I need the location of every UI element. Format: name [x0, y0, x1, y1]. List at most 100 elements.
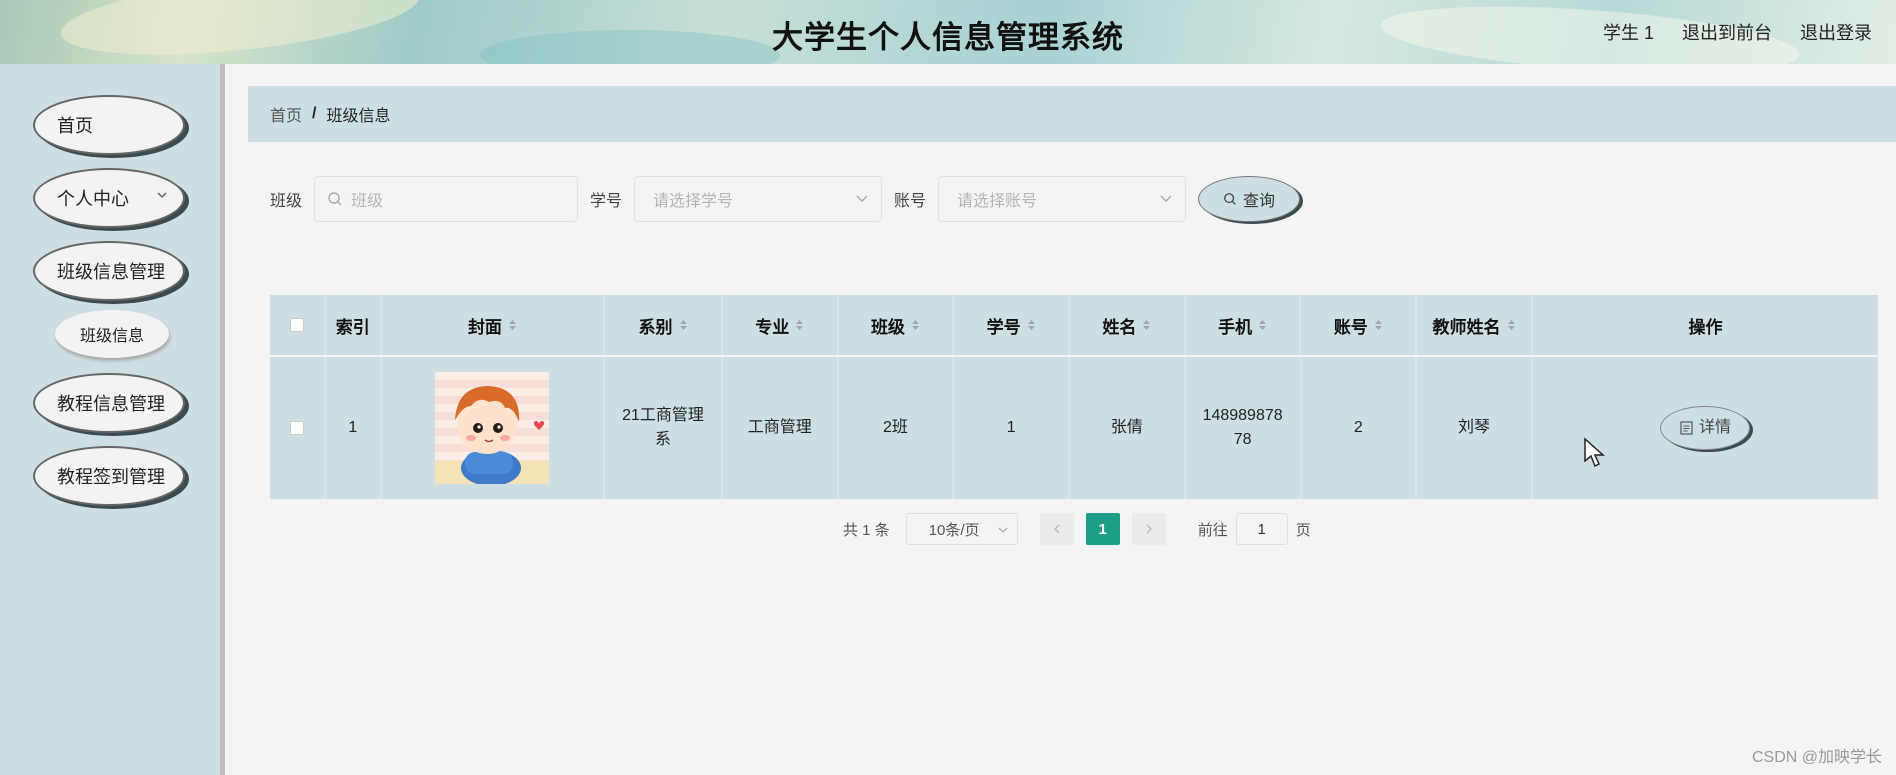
column-header-label: 班级: [870, 317, 905, 337]
sidebar-subitem-label: 班级信息: [79, 328, 144, 345]
column-header[interactable]: 班级: [839, 295, 955, 355]
query-button-label: 查询: [1243, 193, 1276, 210]
search-form: 班级 班级 学号 请选择学号 账号 请选择账号 查询: [270, 176, 1301, 222]
sort-icon[interactable]: [1142, 318, 1151, 332]
top-header: 大学生个人信息管理系统 学生 1 退出到前台 退出登录: [0, 0, 1896, 64]
row-select-cell: [270, 357, 326, 499]
class-search-input[interactable]: 班级: [314, 176, 579, 222]
column-header-label: 系别: [638, 317, 673, 337]
pagination: 共 1 条 10条/页 1 前往 1 页: [843, 512, 1311, 546]
search-icon: [1224, 193, 1236, 205]
column-header[interactable]: 系别: [605, 295, 723, 355]
phone-cell: 14898987878: [1186, 357, 1302, 499]
student-no-cell: 1: [954, 357, 1071, 499]
column-header-label: 教师姓名: [1432, 317, 1501, 337]
class-filter-label: 班级: [270, 193, 303, 210]
sort-icon[interactable]: [795, 318, 804, 332]
column-header-label: 索引: [335, 317, 370, 337]
watermark: CSDN @加映学长: [1751, 749, 1882, 766]
index-cell: 1: [326, 357, 382, 499]
current-page-button[interactable]: 1: [1085, 513, 1120, 545]
sort-icon[interactable]: [508, 318, 517, 332]
table-header-row: 索引 封面 系别 专业 班级 学号 姓名 手机 账号 教师姓名 操作: [270, 295, 1878, 357]
search-icon: [328, 192, 342, 206]
student-no-filter-label: 学号: [590, 193, 623, 210]
sidebar-item-personal-center[interactable]: 个人中心: [33, 168, 185, 228]
pagination-total: 共 1 条: [843, 521, 890, 539]
page-unit-label: 页: [1295, 521, 1311, 539]
column-header: 索引: [326, 295, 382, 355]
chevron-down-icon: [1160, 195, 1172, 202]
class-search-placeholder: 班级: [351, 193, 384, 210]
cover-image[interactable]: [435, 372, 550, 484]
sidebar-item-label: 教程信息管理: [57, 394, 165, 414]
select-all-cell: [270, 295, 326, 355]
select-all-checkbox[interactable]: [289, 318, 304, 332]
breadcrumb-home[interactable]: 首页: [270, 102, 302, 126]
sidebar-item-course-signin-management[interactable]: 教程签到管理: [33, 446, 185, 506]
mouse-pointer-icon: [1584, 437, 1605, 468]
breadcrumb-current: 班级信息: [326, 108, 391, 125]
column-header[interactable]: 手机: [1186, 295, 1302, 355]
class-cell: 2班: [839, 357, 955, 499]
prev-page-button[interactable]: [1039, 513, 1074, 545]
back-to-front-link[interactable]: 退出到前台: [1682, 19, 1772, 45]
sidebar-item-label: 班级信息管理: [57, 262, 165, 282]
sort-icon[interactable]: [1507, 318, 1516, 332]
name-cell: 张倩: [1070, 357, 1186, 499]
column-header-label: 姓名: [1102, 317, 1137, 337]
sidebar-item-label: 教程签到管理: [57, 467, 165, 487]
student-no-select[interactable]: 请选择学号: [634, 176, 883, 222]
sidebar-subitem-class-info[interactable]: 班级信息: [55, 310, 169, 358]
sidebar-divider: [220, 64, 225, 775]
sort-icon[interactable]: [911, 318, 920, 332]
column-header[interactable]: 学号: [954, 295, 1071, 355]
sidebar-item-label: 个人中心: [57, 189, 129, 209]
sort-icon[interactable]: [679, 318, 688, 332]
current-user: 学生 1: [1602, 23, 1654, 43]
column-header-label: 账号: [1333, 317, 1368, 337]
chevron-down-icon: [856, 195, 868, 202]
column-header-label: 手机: [1218, 317, 1253, 337]
breadcrumb: 首页 / 班级信息: [248, 86, 1896, 142]
student-no-placeholder: 请选择学号: [653, 193, 734, 210]
sidebar-item-class-info-management[interactable]: 班级信息管理: [33, 241, 185, 301]
account-placeholder: 请选择账号: [957, 193, 1038, 210]
sidebar-item-course-info-management[interactable]: 教程信息管理: [33, 373, 185, 433]
cover-cell: [382, 357, 606, 499]
chevron-left-icon: [1053, 524, 1060, 534]
column-header-label: 封面: [467, 317, 502, 337]
column-header[interactable]: 封面: [382, 295, 606, 355]
action-cell: 详情: [1533, 357, 1878, 499]
detail-button-label: 详情: [1698, 419, 1731, 436]
table-row: 1 21工商管理系 工商管理 2班 1 张倩 14898987878 2 刘琴 …: [270, 357, 1878, 499]
next-page-button[interactable]: [1131, 513, 1166, 545]
sort-icon[interactable]: [1374, 318, 1383, 332]
column-header[interactable]: 账号: [1301, 295, 1418, 355]
department-cell: 21工商管理系: [605, 357, 723, 499]
sort-icon[interactable]: [1258, 318, 1267, 332]
chevron-right-icon: [1146, 524, 1152, 534]
query-button[interactable]: 查询: [1198, 176, 1301, 222]
goto-label: 前往: [1197, 521, 1228, 539]
logout-link[interactable]: 退出登录: [1800, 19, 1872, 45]
class-info-table: 索引 封面 系别 专业 班级 学号 姓名 手机 账号 教师姓名 操作 1 21工…: [270, 295, 1878, 499]
page-size-select[interactable]: 10条/页: [905, 513, 1018, 545]
column-header[interactable]: 教师姓名: [1417, 295, 1533, 355]
account-cell: 2: [1302, 357, 1418, 499]
column-header[interactable]: 姓名: [1070, 295, 1186, 355]
teacher-cell: 刘琴: [1417, 357, 1533, 499]
page-size-value: 10条/页: [928, 521, 980, 539]
cartoon-boy-avatar: [435, 386, 550, 484]
row-checkbox[interactable]: [289, 421, 304, 435]
sort-icon[interactable]: [1027, 318, 1036, 332]
column-header: 操作: [1533, 295, 1878, 355]
breadcrumb-separator: /: [312, 105, 317, 122]
detail-button[interactable]: 详情: [1660, 406, 1751, 450]
account-select[interactable]: 请选择账号: [938, 176, 1187, 222]
sidebar-item-home[interactable]: 首页: [33, 95, 185, 155]
document-icon: [1680, 421, 1693, 435]
sidebar-item-label: 首页: [57, 116, 93, 136]
column-header[interactable]: 专业: [723, 295, 839, 355]
goto-page-input[interactable]: 1: [1235, 513, 1288, 545]
